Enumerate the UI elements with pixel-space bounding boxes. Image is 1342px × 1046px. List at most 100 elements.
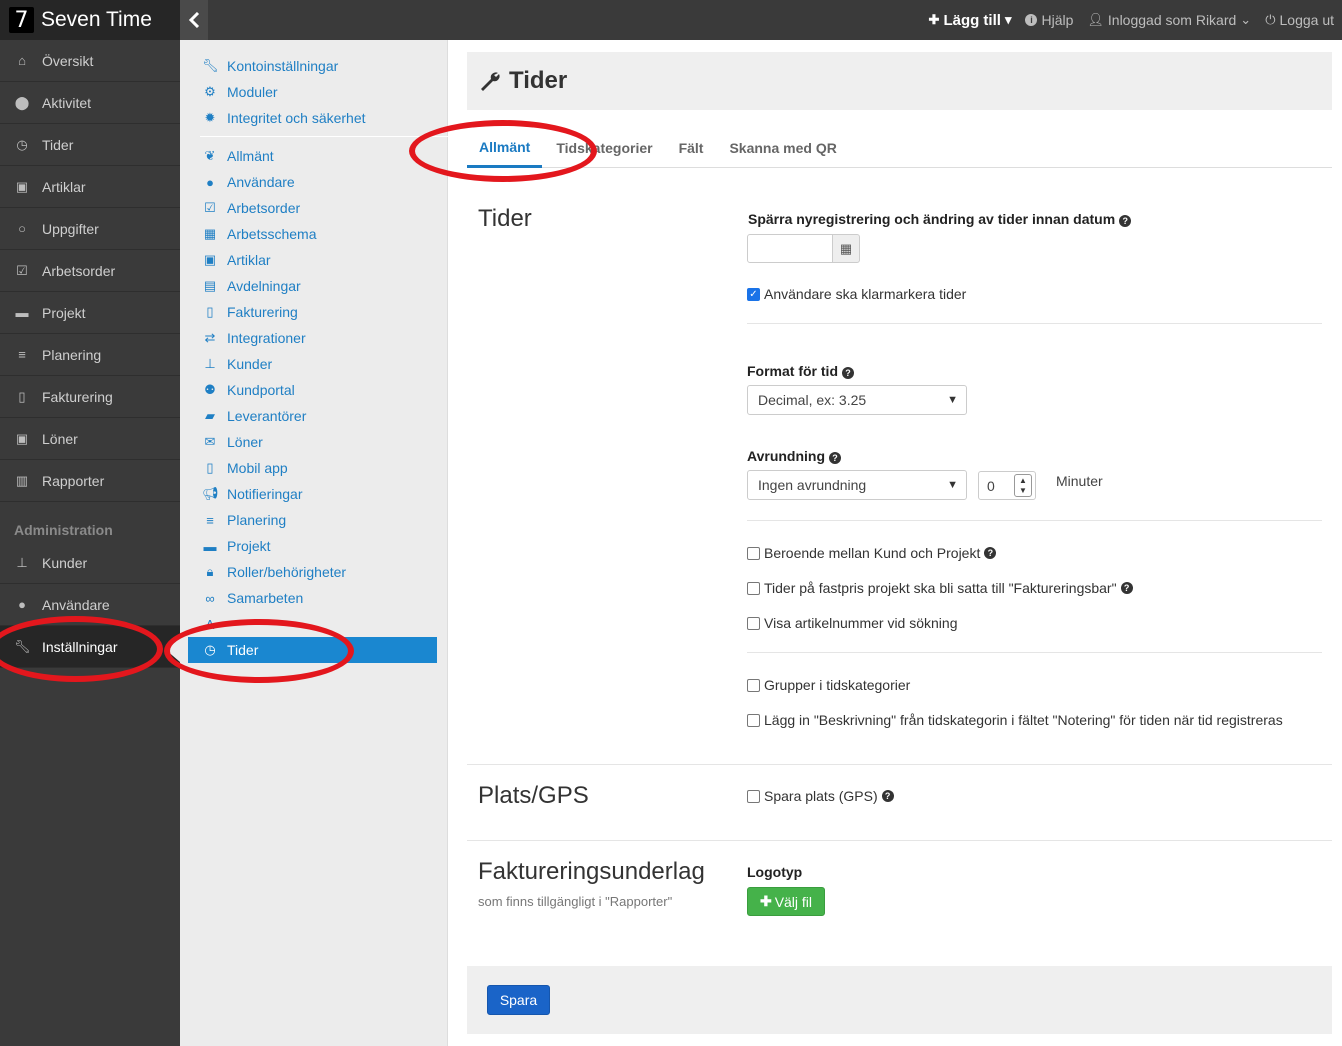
help-icon[interactable]: ? bbox=[1120, 582, 1133, 594]
submenu-item-label: Allmänt bbox=[227, 148, 274, 164]
section-title-tider: Tider bbox=[478, 205, 532, 232]
sidebar-item-fakturering[interactable]: ▯ Fakturering bbox=[0, 376, 180, 418]
submenu-item-tider[interactable]: ◷ Tider bbox=[188, 637, 437, 663]
submenu-item-label: Moduler bbox=[227, 84, 278, 100]
submenu-item-allmant[interactable]: ❦ Allmänt bbox=[180, 143, 448, 169]
help-icon[interactable]: ? bbox=[842, 367, 854, 379]
help-icon[interactable]: ? bbox=[984, 547, 997, 559]
sidebar-item-anvandare[interactable]: ● Användare bbox=[0, 584, 180, 626]
submenu-item-avdelningar[interactable]: ▤ Avdelningar bbox=[180, 273, 448, 299]
submenu-item-notifieringar[interactable]: 📢︎ Notifieringar bbox=[180, 481, 448, 507]
submenu-item-samarbeten[interactable]: ∞ Samarbeten bbox=[180, 585, 448, 611]
submenu-item-moduler[interactable]: ⚙ Moduler bbox=[180, 79, 448, 105]
sidebar-item-projekt[interactable]: ▬ Projekt bbox=[0, 292, 180, 334]
briefcase-icon: ▬ bbox=[203, 538, 217, 554]
sidebar-item-label: Planering bbox=[42, 346, 102, 363]
stepper-icon[interactable]: ▲ ▼ bbox=[1014, 474, 1032, 497]
add-menu-button[interactable]: ✚ Lägg till ▾ bbox=[929, 12, 1012, 29]
submenu-item-mobil-app[interactable]: ▯ Mobil app bbox=[180, 455, 448, 481]
collapse-sidebar-button[interactable] bbox=[180, 0, 208, 40]
plus-icon: ✚ bbox=[928, 12, 940, 27]
tab-falt[interactable]: Fält bbox=[667, 128, 716, 168]
user-menu[interactable]: 👤︎ Inloggad som Rikard ⌄ bbox=[1087, 12, 1251, 28]
info-icon: i bbox=[1025, 14, 1038, 26]
submenu-item-kundportal[interactable]: ⚉ Kundportal bbox=[180, 377, 448, 403]
tab-tidskategorier[interactable]: Tidskategorier bbox=[544, 128, 664, 168]
submenu-item-planering[interactable]: ≡ Planering bbox=[180, 507, 448, 533]
submenu-item-kontoinstallningar[interactable]: 🔧︎ Kontoinställningar bbox=[180, 53, 448, 79]
submenu-item-kunder[interactable]: ⊥ Kunder bbox=[180, 351, 448, 377]
sidebar-item-aktivitet[interactable]: ⬤ Aktivitet bbox=[0, 82, 180, 124]
sidebar-item-arbetsorder[interactable]: ☑ Arbetsorder bbox=[0, 250, 180, 292]
rounding-minutes-input[interactable]: 0 ▲ ▼ bbox=[978, 471, 1036, 500]
lock-date-label: Spärra nyregistrering och ändring av tid… bbox=[748, 211, 1132, 227]
choose-file-button[interactable]: ✚ Välj fil bbox=[747, 887, 825, 916]
groups-in-categories-checkbox[interactable]: Grupper i tidskategorier bbox=[747, 677, 910, 693]
submenu-item-anvandare[interactable]: ● Användare bbox=[180, 169, 448, 195]
calendar-button[interactable]: ▦ bbox=[832, 234, 860, 263]
rounding-select[interactable]: Ingen avrundning ▼ bbox=[747, 470, 967, 500]
clipboard-icon: ▤ bbox=[203, 278, 217, 293]
sidebar-item-loner[interactable]: ▣ Löner bbox=[0, 418, 180, 460]
submenu-item-artiklar[interactable]: ▣ Artiklar bbox=[180, 247, 448, 273]
submenu-item-fakturering[interactable]: ▯ Fakturering bbox=[180, 299, 448, 325]
page-title: Tider bbox=[509, 67, 568, 94]
chevron-down-icon: ▼ bbox=[947, 479, 958, 491]
user-icon: 👤︎ bbox=[1087, 12, 1104, 27]
logout-link[interactable]: ⏻ Logga ut bbox=[1265, 12, 1334, 28]
tab-skanna-qr[interactable]: Skanna med QR bbox=[717, 128, 848, 168]
sidebar-item-label: Tider bbox=[42, 136, 74, 153]
help-icon[interactable]: ? bbox=[1119, 215, 1132, 227]
calendar-icon: ▦ bbox=[839, 240, 853, 256]
clock-icon: ◷ bbox=[204, 642, 216, 657]
sidebar-item-planering[interactable]: ≡ Planering bbox=[0, 334, 180, 376]
main-sidebar: ⌂ Översikt ⬤ Aktivitet ◷ Tider ▣ Artiklar ○ U… bbox=[0, 40, 180, 1046]
section-title-billing: Faktureringsunderlag bbox=[478, 858, 705, 885]
sidebar-item-label: Rapporter bbox=[42, 472, 105, 489]
help-icon[interactable]: ? bbox=[829, 452, 842, 464]
fixed-price-billable-checkbox[interactable]: Tider på fastpris projekt ska bli satta … bbox=[747, 580, 1133, 596]
submenu-item-integritet[interactable]: ✹ Integritet och säkerhet bbox=[180, 105, 448, 131]
brand[interactable]: 7 Seven Time bbox=[0, 0, 180, 40]
save-button[interactable]: Spara bbox=[487, 985, 550, 1015]
sitemap-icon: ⊥ bbox=[16, 554, 28, 570]
time-format-select[interactable]: Decimal, ex: 3.25 ▼ bbox=[747, 385, 967, 415]
submenu-item-arbetsschema[interactable]: ▦ Arbetsschema bbox=[180, 221, 448, 247]
lock-date-input[interactable] bbox=[747, 234, 833, 263]
users-icon: ⚉ bbox=[204, 382, 216, 397]
submenu-item-label: Projekt bbox=[227, 538, 271, 554]
description-to-note-checkbox[interactable]: Lägg in "Beskrivning" från tidskategorin… bbox=[747, 712, 1283, 728]
sidebar-section-title: Administration bbox=[14, 522, 113, 538]
submenu-item-projekt[interactable]: ▬ Projekt bbox=[180, 533, 448, 559]
sidebar-item-artiklar[interactable]: ▣ Artiklar bbox=[0, 166, 180, 208]
wrench-icon: 🔧︎ bbox=[202, 58, 219, 73]
main-content: Tider Allmänt Tidskategorier Fält Skanna… bbox=[448, 40, 1342, 1046]
circle-icon: ○ bbox=[18, 221, 26, 236]
save-gps-checkbox[interactable]: Spara plats (GPS)? bbox=[747, 788, 894, 804]
submenu-item-integrationer[interactable]: ⇄ Integrationer bbox=[180, 325, 448, 351]
sidebar-item-label: Fakturering bbox=[42, 388, 113, 405]
submenu-item-arbetsorder[interactable]: ☑ Arbetsorder bbox=[180, 195, 448, 221]
tab-allmant[interactable]: Allmänt bbox=[467, 128, 543, 168]
sidebar-item-uppgifter[interactable]: ○ Uppgifter bbox=[0, 208, 180, 250]
submenu-item-roller[interactable]: 🔒︎ Roller/behörigheter bbox=[180, 559, 448, 585]
customer-project-dependency-checkbox[interactable]: Beroende mellan Kund och Projekt? bbox=[747, 545, 997, 561]
money-icon: ▣ bbox=[203, 252, 217, 267]
submenu-item-label: Kunder bbox=[227, 356, 273, 372]
clock-icon: ◷ bbox=[16, 136, 28, 152]
submenu-item-loner[interactable]: ✉ Löner bbox=[180, 429, 448, 455]
submenu-item-label: Roller/behörigheter bbox=[227, 564, 347, 580]
help-icon[interactable]: ? bbox=[881, 790, 894, 802]
confirm-times-checkbox[interactable]: ✓ Användare ska klarmarkera tider bbox=[747, 286, 966, 302]
sidebar-item-kunder[interactable]: ⊥ Kunder bbox=[0, 542, 180, 584]
help-link[interactable]: i Hjälp bbox=[1025, 12, 1073, 28]
sidebar-item-tider[interactable]: ◷ Tider bbox=[0, 124, 180, 166]
lock-icon: 🔒︎ bbox=[206, 564, 214, 579]
bars-icon: ≡ bbox=[206, 512, 214, 528]
sidebar-item-oversikt[interactable]: ⌂ Översikt bbox=[0, 40, 180, 82]
sidebar-item-installningar[interactable]: 🔧︎ Inställningar bbox=[0, 626, 180, 668]
submenu-item-leverantorer[interactable]: ▰ Leverantörer bbox=[180, 403, 448, 429]
show-article-number-checkbox[interactable]: Visa artikelnummer vid sökning bbox=[747, 615, 958, 631]
submenu-item-label: Artiklar bbox=[227, 252, 271, 268]
sidebar-item-rapporter[interactable]: ▥ Rapporter bbox=[0, 460, 180, 502]
